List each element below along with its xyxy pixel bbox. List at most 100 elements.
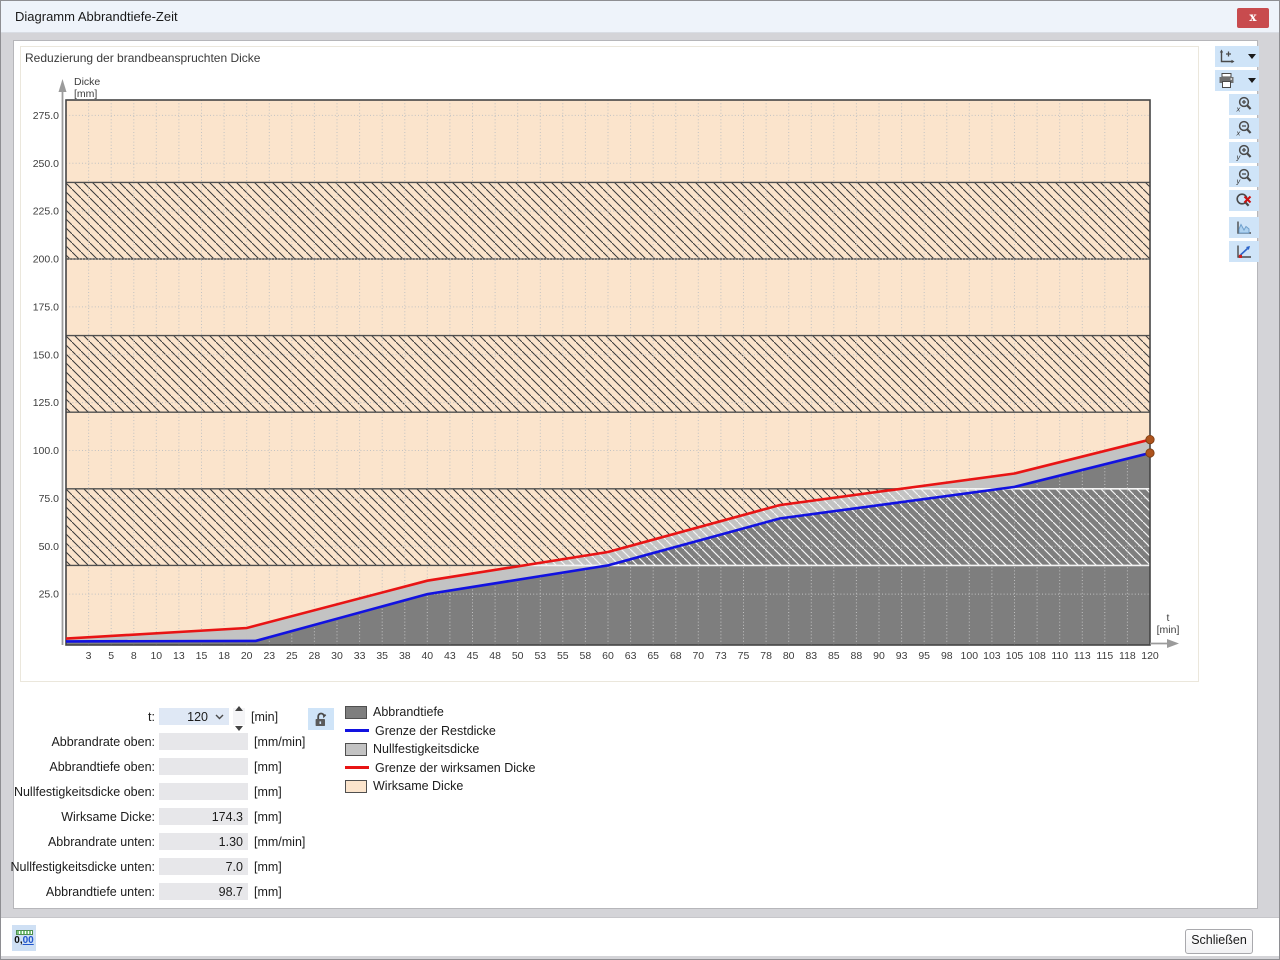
svg-text:150.0: 150.0 bbox=[33, 349, 59, 361]
value-field: 174.3 bbox=[159, 808, 248, 825]
result-form: t: 120 [min] Abbrandrate oben: [mm/min] Abbra… bbox=[0, 704, 340, 904]
svg-text:23: 23 bbox=[263, 650, 275, 662]
svg-text:30: 30 bbox=[331, 650, 343, 662]
svg-text:15: 15 bbox=[196, 650, 208, 662]
field-label: t: bbox=[148, 709, 155, 724]
svg-text:120: 120 bbox=[1141, 650, 1159, 662]
time-spinner[interactable] bbox=[233, 705, 245, 731]
legend-swatch bbox=[345, 742, 367, 756]
svg-text:50.0: 50.0 bbox=[39, 541, 60, 553]
zoom-y-in-button[interactable]: y bbox=[1229, 142, 1259, 163]
legend-item: Nullfestigkeitsdicke bbox=[345, 740, 535, 759]
legend-swatch bbox=[345, 779, 367, 793]
value-field bbox=[159, 733, 248, 750]
decimal-places-label: 0,00 bbox=[14, 935, 34, 946]
area-display-button[interactable] bbox=[1229, 217, 1259, 238]
svg-text:28: 28 bbox=[309, 650, 321, 662]
printer-icon bbox=[1218, 73, 1235, 88]
svg-text:40: 40 bbox=[421, 650, 433, 662]
field-value: 7.0 bbox=[225, 859, 243, 874]
value-field: 1.30 bbox=[159, 833, 248, 850]
fit-points-button[interactable] bbox=[1229, 241, 1259, 262]
end-marker bbox=[1145, 448, 1155, 458]
field-value: 174.3 bbox=[211, 809, 243, 824]
button-bar: 0,00 Schließen bbox=[1, 917, 1279, 956]
zoom-x-in-button[interactable]: x bbox=[1229, 94, 1259, 115]
lock-button[interactable] bbox=[308, 708, 334, 730]
form-row: t: 120 [min] bbox=[0, 704, 340, 731]
time-combo-box[interactable]: 120 bbox=[159, 708, 229, 725]
svg-text:x: x bbox=[1236, 105, 1241, 114]
svg-text:8: 8 bbox=[131, 650, 137, 662]
y-axis-label: Dicke[mm] bbox=[74, 76, 100, 100]
dropdown-caret-icon[interactable] bbox=[1248, 54, 1256, 59]
svg-text:90: 90 bbox=[873, 650, 885, 662]
zoom-y-in-icon: y bbox=[1236, 144, 1253, 161]
spinner-up-icon[interactable] bbox=[235, 698, 243, 716]
form-row: Abbrandrate oben: [mm/min] bbox=[0, 729, 340, 754]
legend-swatch bbox=[345, 705, 367, 719]
zoom-reset-button[interactable] bbox=[1229, 190, 1259, 211]
fit-points-icon bbox=[1235, 244, 1253, 260]
legend-label: Abbrandtiefe bbox=[373, 705, 444, 720]
svg-text:108: 108 bbox=[1028, 650, 1046, 662]
svg-text:33: 33 bbox=[354, 650, 366, 662]
end-marker bbox=[1145, 434, 1155, 445]
chart: 25.0 50.0 75.0 100.0 125.0 150.0 175.0 200.0 225… bbox=[20, 46, 1197, 680]
legend-label: Grenze der Restdicke bbox=[375, 723, 496, 738]
svg-text:100: 100 bbox=[961, 650, 979, 662]
field-label: Wirksame Dicke: bbox=[61, 809, 155, 824]
form-row: Nullfestigkeitsdicke oben: [mm] bbox=[0, 779, 340, 804]
svg-text:13: 13 bbox=[173, 650, 185, 662]
svg-text:85: 85 bbox=[828, 650, 840, 662]
field-label: Abbrandtiefe unten: bbox=[45, 884, 155, 899]
zoom-x-out-button[interactable]: x bbox=[1229, 118, 1259, 139]
unit-label: [mm/min] bbox=[254, 734, 306, 749]
svg-text:93: 93 bbox=[896, 650, 908, 662]
unit-label: [mm/min] bbox=[254, 834, 306, 849]
chart-title: Reduzierung der brandbeanspruchten Dicke bbox=[25, 51, 261, 65]
svg-text:35: 35 bbox=[376, 650, 388, 662]
chart-toolbar: xxyy bbox=[1213, 46, 1259, 265]
svg-text:250.0: 250.0 bbox=[33, 158, 59, 170]
dropdown-caret-icon[interactable] bbox=[1248, 78, 1256, 83]
unit-label: [mm] bbox=[254, 809, 282, 824]
svg-text:55: 55 bbox=[557, 650, 569, 662]
form-row: Abbrandtiefe oben: [mm] bbox=[0, 754, 340, 779]
value-field: 7.0 bbox=[159, 858, 248, 875]
zoom-reset-icon bbox=[1235, 192, 1253, 209]
svg-text:43: 43 bbox=[444, 650, 456, 662]
field-label: Nullfestigkeitsdicke unten: bbox=[10, 859, 155, 874]
legend-label: Wirksame Dicke bbox=[373, 779, 464, 794]
title-bar: Diagramm Abbrandtiefe-Zeit x bbox=[1, 1, 1279, 33]
area-display-icon bbox=[1235, 220, 1253, 236]
zoom-y-out-button[interactable]: y bbox=[1229, 166, 1259, 187]
svg-text:88: 88 bbox=[851, 650, 863, 662]
legend-item: Abbrandtiefe bbox=[345, 703, 535, 722]
window-title: Diagramm Abbrandtiefe-Zeit bbox=[15, 9, 178, 24]
unit-label: [mm] bbox=[254, 884, 282, 899]
svg-text:225.0: 225.0 bbox=[33, 206, 59, 218]
svg-text:68: 68 bbox=[670, 650, 682, 662]
close-dialog-button[interactable]: Schließen bbox=[1185, 929, 1253, 954]
svg-text:38: 38 bbox=[399, 650, 411, 662]
decimal-places-button[interactable]: 0,00 bbox=[12, 925, 36, 951]
svg-text:63: 63 bbox=[625, 650, 637, 662]
svg-text:98: 98 bbox=[941, 650, 953, 662]
value-field bbox=[159, 783, 248, 800]
axes-plus-button[interactable] bbox=[1215, 46, 1259, 67]
value-field: 98.7 bbox=[159, 883, 248, 900]
legend-line-swatch bbox=[345, 766, 369, 770]
svg-text:58: 58 bbox=[580, 650, 592, 662]
svg-text:83: 83 bbox=[805, 650, 817, 662]
svg-text:25: 25 bbox=[286, 650, 298, 662]
zoom-y-out-icon: y bbox=[1236, 168, 1253, 185]
close-button[interactable]: x bbox=[1237, 8, 1269, 28]
printer-button[interactable] bbox=[1215, 70, 1259, 91]
svg-text:50: 50 bbox=[512, 650, 524, 662]
chevron-down-icon[interactable] bbox=[208, 714, 229, 720]
zoom-x-in-icon: x bbox=[1236, 96, 1253, 113]
unit-label: [mm] bbox=[254, 759, 282, 774]
svg-text:78: 78 bbox=[760, 650, 772, 662]
legend-line-swatch bbox=[345, 729, 369, 733]
